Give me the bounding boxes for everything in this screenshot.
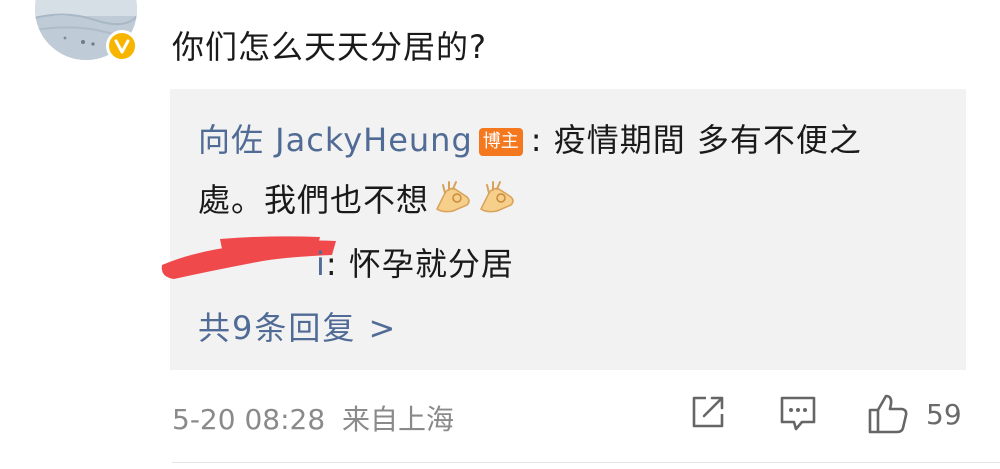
comment-meta: 5-20 08:28 来自上海 <box>172 398 454 438</box>
verified-badge-icon <box>106 30 138 62</box>
location: 来自上海 <box>342 403 455 436</box>
blogger-badge: 博主 <box>478 128 523 156</box>
more-replies-link[interactable]: 共9条回复 > <box>198 303 397 349</box>
reply2-author-suffix[interactable]: i <box>316 245 326 283</box>
like-icon <box>868 394 908 434</box>
reply-line: 向佐 JackyHeung 博主: 疫情期間 多有不便之 <box>198 115 862 161</box>
comment-item: 你们怎么天天分居的? 向佐 JackyHeung 博主: 疫情期間 多有不便之 處… <box>0 0 1000 469</box>
like-button[interactable] <box>866 392 910 436</box>
comment-button[interactable] <box>778 392 818 436</box>
second-reply: i: 怀孕就分居 <box>161 235 950 285</box>
reply-text: : 疫情期間 多有不便之 <box>530 121 862 159</box>
share-icon <box>692 396 724 428</box>
like-count: 59 <box>926 398 962 431</box>
timestamp: 5-20 08:28 <box>172 403 326 436</box>
reply-box[interactable]: 向佐 JackyHeung 博主: 疫情期間 多有不便之 處。我們也不想 i: 怀… <box>161 89 966 370</box>
username-cropped <box>172 0 302 4</box>
reply-text-continued: 處。我們也不想 <box>198 181 430 219</box>
divider <box>172 462 1000 463</box>
reply-author-link[interactable]: 向佐 JackyHeung <box>198 121 473 159</box>
reply-line-continued: 處。我們也不想 <box>198 175 517 221</box>
ok-hand-emoji-icon <box>477 179 517 215</box>
reply2-text: : 怀孕就分居 <box>325 245 514 283</box>
redaction-scribble <box>161 236 336 279</box>
comment-icon <box>780 396 816 431</box>
comment-text: 你们怎么天天分居的? <box>172 28 487 66</box>
share-button[interactable] <box>688 392 728 436</box>
ok-hand-emoji-icon <box>433 179 473 215</box>
